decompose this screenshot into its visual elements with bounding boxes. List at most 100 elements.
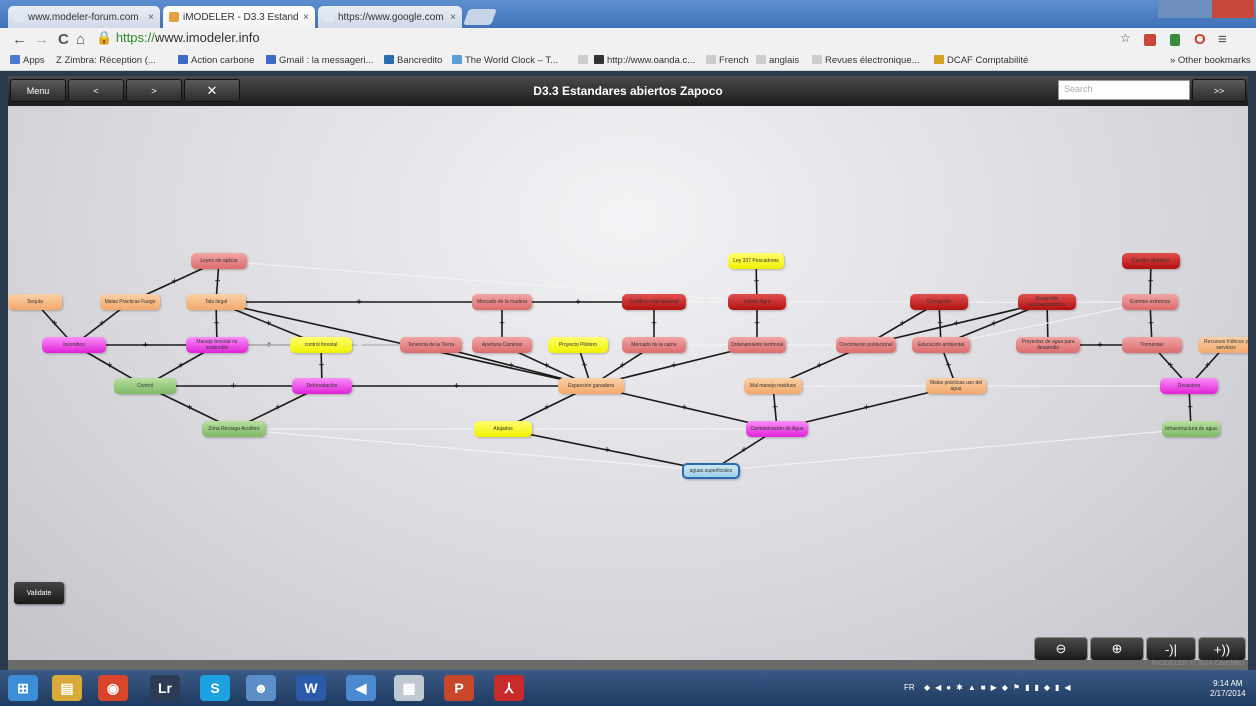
node-n5[interactable]: Incendios: [42, 337, 106, 353]
node-n6[interactable]: Manejo forestal no sostenible: [186, 337, 248, 353]
influence-sign: +: [1097, 340, 1103, 351]
tab-google[interactable]: https://www.google.com ×: [318, 6, 462, 28]
node-n8[interactable]: Control: [114, 378, 176, 394]
messenger-icon[interactable]: ☻: [246, 675, 276, 701]
word-icon[interactable]: W: [296, 675, 326, 701]
bookmark-anglais[interactable]: anglais: [756, 55, 799, 66]
node-n14[interactable]: Apertura Caminos: [472, 337, 532, 353]
bookmark-revues[interactable]: Revues électronique...: [812, 55, 920, 66]
influence-sign: +: [215, 277, 221, 288]
tab-modeler-forum[interactable]: www.modeler-forum.com ×: [8, 6, 160, 28]
chrome-icon[interactable]: ◉: [98, 675, 128, 701]
node-n35[interactable]: Desastres: [1160, 378, 1218, 394]
node-n36[interactable]: Infraestructura de agua: [1162, 421, 1220, 437]
search-go-button[interactable]: >>: [1192, 79, 1246, 102]
home-icon[interactable]: ⌂: [76, 31, 85, 48]
bookmark-dcaf[interactable]: DCAF Comptabilité: [934, 55, 1028, 66]
node-n23[interactable]: Contaminación de Agua: [746, 421, 808, 437]
node-n13[interactable]: Tenencia de la Tierra: [400, 337, 462, 353]
start-orb-icon[interactable]: ⊞: [8, 675, 38, 701]
node-n1[interactable]: Leyes sin aplicar: [191, 253, 247, 269]
arrow-app-icon[interactable]: ◀: [346, 675, 376, 701]
reload-icon[interactable]: C: [58, 31, 69, 48]
new-tab-button[interactable]: [463, 9, 497, 25]
shrink-spacing-button[interactable]: -)|: [1146, 637, 1196, 660]
bookmark-bancredito[interactable]: Bancredito: [384, 55, 442, 66]
model-canvas[interactable]: + + + + + + + + + + + + + + + + + + + + + + + + + + + + + + + + + + + + + + + +…: [8, 106, 1248, 660]
node-n21[interactable]: Ordenamiento territorial: [728, 337, 786, 353]
bookmarks-bar: Apps Z Zimbra: Réception (... Action car…: [0, 52, 1256, 71]
notes-icon[interactable]: ▦: [394, 675, 424, 701]
node-n27[interactable]: Educación ambiental: [912, 337, 970, 353]
language-indicator[interactable]: FR: [904, 683, 915, 692]
node-n34[interactable]: Recursos hídricos y servicios: [1198, 337, 1248, 353]
node-n3[interactable]: Malas Prácticas Fuego: [100, 294, 160, 310]
influence-sign: +: [1187, 403, 1193, 414]
node-n9[interactable]: Deforestación: [292, 378, 352, 394]
bookmark-world-clock[interactable]: The World Clock – T...: [452, 55, 558, 66]
node-n2[interactable]: Tala ilegal: [186, 294, 246, 310]
node-n28[interactable]: Malas prácticas uso del agua: [926, 378, 986, 394]
pdf-icon[interactable]: ⅄: [494, 675, 524, 701]
extension-icon[interactable]: [1170, 34, 1180, 46]
bookmark-oanda[interactable]: http://www.oanda.c...: [594, 55, 695, 66]
node-n19[interactable]: Ley 337 Pescadores: [728, 253, 784, 269]
node-n7[interactable]: control forestal: [290, 337, 352, 353]
node-n24[interactable]: aguas superficiales: [682, 463, 740, 479]
bookmark-apps[interactable]: Apps: [10, 55, 45, 66]
close-tab-icon[interactable]: ×: [303, 12, 309, 23]
node-n31[interactable]: Cambio climático: [1122, 253, 1180, 269]
bookmark-french[interactable]: French: [706, 55, 749, 66]
node-n32[interactable]: Eventos extremos: [1122, 294, 1178, 310]
node-n12[interactable]: Conflicto internacional: [622, 294, 686, 310]
bookmark-favicon: [178, 55, 188, 64]
arrow-left-icon[interactable]: ←: [12, 31, 27, 48]
zoom-out-button[interactable]: ⊖: [1034, 637, 1088, 660]
extension-icon[interactable]: [1144, 34, 1156, 46]
node-n15[interactable]: Proyecto Pilotero: [548, 337, 608, 353]
node-n11[interactable]: Mercado de la madera: [472, 294, 532, 310]
validate-button[interactable]: Validate: [14, 582, 64, 604]
bookmark-blank[interactable]: [578, 55, 591, 66]
node-n26[interactable]: Crecimiento poblacional: [836, 337, 896, 353]
influence-sign: +: [454, 381, 460, 392]
close-tab-icon[interactable]: ×: [148, 12, 154, 23]
close-tab-icon[interactable]: ×: [450, 12, 456, 23]
address-bar-row: ← → C ⌂ 🔒 https://www.imodeler.info ☆ O …: [0, 28, 1256, 52]
clock[interactable]: 9:14 AM 2/17/2014: [1210, 679, 1246, 699]
url-field[interactable]: 🔒 https://www.imodeler.info: [96, 30, 260, 46]
opera-icon[interactable]: O: [1194, 31, 1206, 48]
powerpoint-icon[interactable]: P: [444, 675, 474, 701]
search-input[interactable]: Search: [1058, 80, 1190, 100]
bookmark-action-carbone[interactable]: Action carbone: [178, 55, 254, 66]
node-n16[interactable]: Mercado de la carne: [622, 337, 686, 353]
bookmark-gmail[interactable]: Gmail : la messageri...: [266, 55, 374, 66]
node-n29[interactable]: Desarrollo socioeconómico: [1018, 294, 1076, 310]
node-n33[interactable]: Tormentas: [1122, 337, 1182, 353]
expand-spacing-button[interactable]: +)): [1198, 637, 1246, 660]
bookmark-zimbra[interactable]: Z Zimbra: Réception (...: [56, 55, 156, 66]
tab-imodeler[interactable]: iMODELER - D3.3 Estanda ×: [163, 6, 315, 28]
file-explorer-icon[interactable]: ▤: [52, 675, 82, 701]
arrow-right-icon[interactable]: →: [34, 31, 49, 48]
system-tray-icons[interactable]: ◆◀●✱▲■▶◆⚑▮▮◆▮◀: [924, 683, 1076, 692]
node-n25[interactable]: Corrupción: [910, 294, 968, 310]
bookmark-star-icon[interactable]: ☆: [1120, 31, 1131, 45]
influence-sign: +: [809, 340, 815, 351]
node-n18[interactable]: Atajados: [474, 421, 532, 437]
minimize-button[interactable]: [1158, 0, 1186, 18]
node-n30[interactable]: Proyectos de agua para desarrollo: [1016, 337, 1080, 353]
zoom-in-button[interactable]: ⊕: [1090, 637, 1144, 660]
lightroom-icon[interactable]: Lr: [150, 675, 180, 701]
skype-icon[interactable]: S: [200, 675, 230, 701]
node-n17[interactable]: Expansión ganadera: [558, 378, 624, 394]
other-bookmarks[interactable]: » Other bookmarks: [1170, 55, 1251, 66]
node-n20[interactable]: Interés Agro: [728, 294, 786, 310]
window-close-button[interactable]: [1212, 0, 1254, 18]
node-n10[interactable]: Zona Recarga Acuífero: [202, 421, 266, 437]
menu-icon[interactable]: ≡: [1218, 31, 1227, 48]
node-n4[interactable]: Sequía: [8, 294, 62, 310]
maximize-button[interactable]: [1186, 0, 1212, 18]
influence-sign: +: [754, 319, 760, 330]
node-n22[interactable]: Mal manejo residuos: [744, 378, 802, 394]
